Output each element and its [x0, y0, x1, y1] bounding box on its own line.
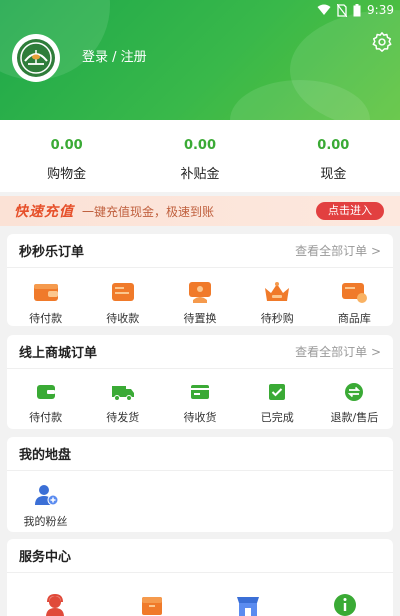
- mall-orders-card: 线上商城订单 查看全部订单 > 待付款 待发货 待收货 已完成 退款/售后: [7, 335, 393, 429]
- truck-icon: [111, 386, 134, 401]
- order-status-label: 待发货: [106, 411, 140, 424]
- wallet-green-icon: [36, 385, 55, 399]
- store-icon: [237, 597, 260, 616]
- order-status-label: 待秒购: [260, 312, 294, 325]
- order-status-label: 待置换: [183, 312, 217, 325]
- card-title: 线上商城订单: [19, 346, 98, 361]
- service-item[interactable]: [200, 573, 297, 616]
- wallet-value: 0.00: [50, 138, 83, 153]
- refund-icon: [345, 383, 364, 401]
- card-green-icon: [191, 385, 209, 399]
- wallet-value: 0.00: [183, 138, 217, 153]
- seckill-orders-card: 秒秒乐订单 查看全部订单 > 待付款 待收款 待置换 待秒购 商品库: [7, 234, 393, 326]
- order-status-label: 待付款: [29, 411, 63, 424]
- gear-icon: [372, 32, 392, 52]
- wifi-icon: [317, 4, 331, 15]
- card-header: 服务中心: [7, 539, 393, 573]
- card-header: 秒秒乐订单 查看全部订单 >: [7, 234, 393, 268]
- order-status-grid: 待付款 待发货 待收货 已完成 退款/售后: [7, 369, 393, 425]
- order-status-label: 待收款: [106, 312, 140, 325]
- status-bar: 9:39: [317, 2, 394, 18]
- service-grid: [7, 573, 393, 616]
- card-goods-icon: [342, 283, 368, 303]
- banner-subtitle: 一键充值现金，极速到账: [82, 204, 215, 219]
- order-status-item[interactable]: 待收货: [161, 369, 238, 425]
- leaf-logo-icon: [17, 39, 55, 77]
- card-title: 服务中心: [19, 550, 72, 565]
- service-item[interactable]: [7, 573, 104, 616]
- view-all-orders-link[interactable]: 查看全部订单 >: [295, 242, 381, 259]
- order-status-item[interactable]: 待付款: [7, 369, 84, 425]
- check-box-icon: [269, 384, 286, 400]
- my-fans-item[interactable]: 我的粉丝: [7, 471, 84, 529]
- wallet-shopping-gold[interactable]: 0.00 购物金: [0, 120, 133, 192]
- wallet-summary: 0.00 购物金 0.00 补贴金 0.00 现金: [0, 120, 400, 192]
- exchange-hand-icon: [189, 282, 211, 303]
- order-status-item[interactable]: 待付款: [7, 268, 84, 326]
- login-register-link[interactable]: 登录 / 注册: [82, 46, 147, 65]
- order-status-item[interactable]: 商品库: [316, 268, 393, 326]
- card-title: 我的地盘: [19, 448, 72, 463]
- card-header: 线上商城订单 查看全部订单 >: [7, 335, 393, 369]
- battery-icon: [353, 3, 361, 16]
- order-status-item[interactable]: 退款/售后: [316, 369, 393, 425]
- customer-service-icon: [46, 593, 65, 616]
- card-title: 秒秒乐订单: [19, 245, 85, 260]
- service-item[interactable]: [297, 573, 394, 616]
- order-status-label: 商品库: [337, 312, 371, 325]
- order-status-grid: 待付款 待收款 待置换 待秒购 商品库: [7, 268, 393, 326]
- avatar[interactable]: [12, 34, 60, 82]
- service-item[interactable]: [104, 573, 201, 616]
- order-status-item[interactable]: 待收款: [84, 268, 161, 326]
- wallet-subsidy[interactable]: 0.00 补贴金: [133, 120, 266, 192]
- order-status-item[interactable]: 已完成: [239, 369, 316, 425]
- wallet-label: 现金: [320, 167, 347, 182]
- fans-icon: [34, 485, 58, 506]
- wallet-value: 0.00: [317, 138, 350, 153]
- order-status-label: 已完成: [260, 411, 294, 424]
- order-status-item[interactable]: 待发货: [84, 369, 161, 425]
- order-status-label: 待付款: [29, 312, 63, 325]
- wallet-orange-icon: [33, 284, 58, 301]
- banner-enter-button[interactable]: 点击进入: [316, 202, 384, 220]
- info-icon: [333, 594, 356, 616]
- fans-label: 我的粉丝: [23, 515, 68, 528]
- package-icon: [141, 597, 162, 615]
- wallet-label: 购物金: [47, 167, 87, 182]
- quick-recharge-banner[interactable]: 快速充值 一键充值现金，极速到账 点击进入: [0, 196, 400, 226]
- order-status-label: 退款/售后: [330, 411, 379, 424]
- my-territory-card: 我的地盘 我的粉丝: [7, 437, 393, 532]
- card-header: 我的地盘: [7, 437, 393, 471]
- wallet-label: 补贴金: [180, 167, 220, 182]
- banner-title: 快速充值: [14, 204, 74, 220]
- card-orange-icon: [111, 283, 134, 301]
- wallet-cash[interactable]: 0.00 现金: [267, 120, 400, 192]
- territory-grid: 我的粉丝: [7, 471, 393, 529]
- order-status-label: 待收货: [183, 411, 217, 424]
- profile-header: 9:39 登录 / 注册: [0, 0, 400, 120]
- order-status-item[interactable]: 待置换: [161, 268, 238, 326]
- order-status-item[interactable]: 待秒购: [239, 268, 316, 326]
- settings-button[interactable]: [371, 31, 393, 53]
- view-all-orders-link[interactable]: 查看全部订单 >: [295, 343, 381, 360]
- no-sim-icon: [337, 3, 348, 17]
- service-center-card: 服务中心: [7, 539, 393, 616]
- crown-icon: [265, 282, 290, 301]
- status-time: 9:39: [367, 3, 394, 17]
